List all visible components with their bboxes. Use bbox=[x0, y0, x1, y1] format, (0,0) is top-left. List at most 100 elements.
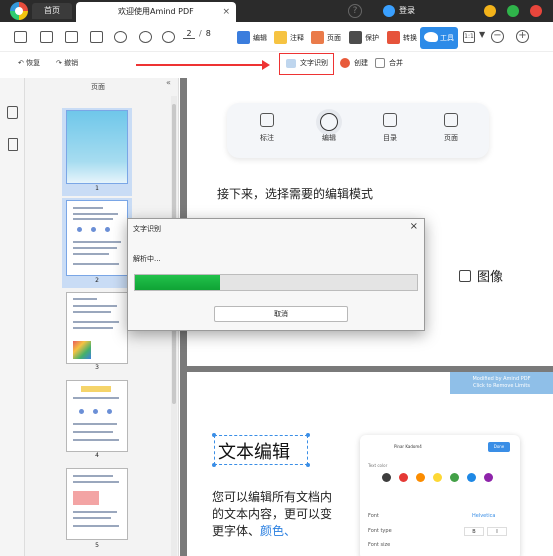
zoom-in-icon[interactable]: + bbox=[516, 30, 529, 43]
color-swatch bbox=[450, 473, 459, 482]
color-swatch bbox=[382, 473, 391, 482]
body-text-highlight: 颜色、 bbox=[260, 524, 297, 538]
close-tab-icon[interactable]: × bbox=[222, 2, 230, 22]
mode-page-button[interactable]: 页面 bbox=[309, 28, 341, 48]
mode-convert-label: 转换 bbox=[403, 34, 417, 42]
tab-home[interactable]: 首页 bbox=[32, 3, 72, 19]
thumbnail-page[interactable]: 2 bbox=[62, 198, 132, 288]
merge-button[interactable]: 合并 bbox=[375, 58, 403, 68]
thumbnails-icon[interactable] bbox=[7, 106, 18, 119]
zoom-out-icon[interactable]: − bbox=[491, 30, 504, 43]
mode-edit-label: 编辑 bbox=[253, 34, 267, 42]
mode-protect-button[interactable]: 保护 bbox=[347, 28, 379, 48]
color-swatch bbox=[433, 473, 442, 482]
dialog-close-icon[interactable]: × bbox=[410, 221, 418, 232]
font-size-label: Font size bbox=[368, 542, 391, 548]
mode-annotate-option: 标注 bbox=[247, 113, 287, 143]
ocr-progress-dialog: 文字识别 × 解析中... 取消 bbox=[127, 218, 425, 331]
cancel-button[interactable]: 取消 bbox=[214, 306, 348, 322]
mode-option-label: 编辑 bbox=[322, 134, 336, 142]
help-icon[interactable]: ? bbox=[348, 4, 362, 18]
maximize-button[interactable] bbox=[507, 5, 519, 17]
page-icon bbox=[311, 31, 324, 44]
merge-label: 合并 bbox=[389, 59, 403, 67]
watermark-banner[interactable]: Modified by Amind PDF Click to Remove Li… bbox=[450, 372, 553, 394]
font-row-value: Helvetica bbox=[472, 513, 496, 519]
minimize-button[interactable] bbox=[484, 5, 496, 17]
save-as-icon[interactable] bbox=[65, 31, 78, 43]
ocr-label: 文字识别 bbox=[300, 59, 328, 67]
undo-button[interactable]: ↷ 撤销 bbox=[56, 58, 78, 68]
mode-annotate-button[interactable]: 注释 bbox=[272, 28, 304, 48]
page-current-input[interactable]: 2 bbox=[183, 29, 195, 39]
annotate-icon bbox=[260, 113, 274, 127]
thumbnail-image bbox=[66, 468, 128, 540]
share-icon[interactable] bbox=[114, 31, 127, 43]
mode-page-option: 页面 bbox=[431, 113, 471, 143]
mode-option-label: 目录 bbox=[383, 134, 397, 142]
print-icon[interactable] bbox=[90, 31, 103, 43]
app-window: 首页 欢迎使用Amind PDF × ? 登录 2 /8 编辑 注释 页面 保护 … bbox=[0, 0, 553, 556]
thumbnail-image bbox=[66, 292, 128, 364]
image-option: 图像 bbox=[459, 266, 503, 285]
collapse-panel-icon[interactable]: « bbox=[166, 78, 171, 87]
login-button[interactable]: 登录 bbox=[383, 4, 415, 18]
thumbnail-image bbox=[66, 200, 128, 276]
thumbnail-page[interactable]: 1 bbox=[62, 108, 132, 196]
prev-page-icon[interactable] bbox=[139, 31, 152, 43]
mode-annotate-label: 注释 bbox=[290, 34, 304, 42]
thumbnail-number: 1 bbox=[95, 185, 99, 192]
thumbnail-page[interactable]: 4 bbox=[64, 378, 130, 462]
done-button: Done bbox=[488, 442, 510, 452]
mode-edit-button[interactable]: 编辑 bbox=[235, 28, 267, 48]
create-button[interactable]: 创建 bbox=[340, 58, 368, 68]
thumbnail-page[interactable]: 5 bbox=[64, 466, 130, 552]
thumbnail-page[interactable]: 3 bbox=[64, 290, 130, 374]
annotate-icon bbox=[274, 31, 287, 44]
page-navigator: 2 /8 bbox=[183, 29, 211, 39]
text-edit-box: 文本编辑 bbox=[212, 433, 310, 467]
font-name-label: Pinar Kadom4 bbox=[394, 444, 422, 449]
create-label: 创建 bbox=[354, 59, 368, 67]
thumbnail-number: 4 bbox=[95, 452, 99, 459]
edit-pencil-icon bbox=[320, 113, 338, 131]
color-swatch bbox=[467, 473, 476, 482]
tools-icon bbox=[424, 32, 438, 42]
annotation-arrow bbox=[136, 60, 270, 70]
edit-icon bbox=[237, 31, 250, 44]
text-color-label: Text color bbox=[368, 463, 388, 468]
image-icon bbox=[459, 270, 471, 282]
close-window-button[interactable] bbox=[530, 5, 542, 17]
redo-button[interactable]: ↶ 恢复 bbox=[18, 58, 40, 68]
color-swatch bbox=[484, 473, 493, 482]
mode-edit-option: 编辑 bbox=[309, 113, 349, 143]
left-rail bbox=[0, 78, 25, 556]
grid-icon bbox=[444, 113, 458, 127]
zoom-dropdown-icon[interactable]: ▼ bbox=[479, 30, 485, 39]
merge-icon bbox=[375, 58, 385, 68]
outline-icon[interactable] bbox=[8, 138, 18, 151]
font-row-label: Font bbox=[368, 513, 379, 519]
sub-toolbar: ↶ 恢复 ↷ 撤销 文字识别 创建 合并 bbox=[0, 52, 553, 76]
save-icon[interactable] bbox=[40, 31, 53, 43]
app-logo-icon bbox=[10, 2, 28, 20]
protect-icon bbox=[349, 31, 362, 44]
login-label: 登录 bbox=[399, 6, 415, 15]
mode-convert-button[interactable]: 转换 bbox=[385, 28, 417, 48]
ocr-icon bbox=[286, 59, 296, 68]
page-separator: / bbox=[199, 29, 202, 38]
mode-protect-label: 保护 bbox=[365, 34, 379, 42]
zoom-fit-icon[interactable]: 1:1 bbox=[463, 31, 475, 43]
next-page-icon[interactable] bbox=[162, 31, 175, 43]
tab-document[interactable]: 欢迎使用Amind PDF × bbox=[76, 2, 236, 22]
ocr-button[interactable]: 文字识别 bbox=[279, 53, 334, 75]
watermark-line: Modified by Amind PDF bbox=[472, 376, 531, 382]
dialog-title: 文字识别 bbox=[133, 225, 161, 233]
page-total: 8 bbox=[205, 29, 211, 38]
main-toolbar: 2 /8 编辑 注释 页面 保护 转换 工具 1:1 ▼ − + bbox=[0, 22, 553, 52]
open-folder-icon[interactable] bbox=[14, 31, 27, 43]
mode-option-label: 标注 bbox=[260, 134, 274, 142]
mode-tools-button[interactable]: 工具 bbox=[420, 27, 458, 49]
thumbnail-number: 3 bbox=[95, 364, 99, 371]
progress-bar bbox=[134, 274, 418, 291]
